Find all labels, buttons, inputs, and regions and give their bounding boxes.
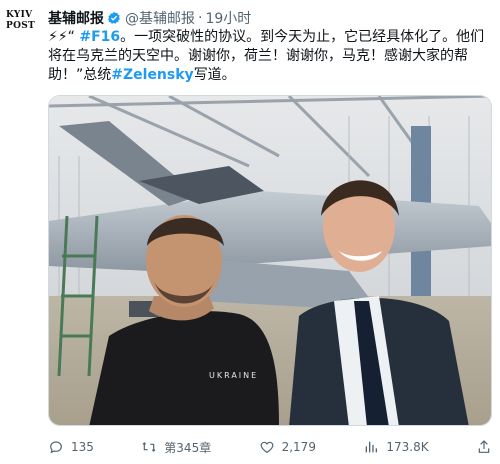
views-chart-icon — [366, 441, 378, 453]
account-handle[interactable]: @基辅邮报 — [125, 8, 195, 28]
selfie-photo-illustration: UKRAINE — [49, 96, 491, 425]
retweet-count: 第345章 — [164, 440, 212, 455]
views-button[interactable]: 173.8K — [363, 439, 429, 455]
share-button[interactable] — [476, 439, 492, 455]
reply-count: 135 — [71, 440, 94, 454]
hashtag-zelensky-link[interactable]: #Zelensky — [111, 67, 193, 83]
reply-icon — [50, 441, 62, 454]
like-count: 2,179 — [281, 440, 316, 454]
views-count: 173.8K — [386, 440, 429, 454]
tweet-timestamp[interactable]: 19小时 — [205, 8, 251, 28]
heart-icon — [260, 441, 274, 454]
tweet-card: KYIV POST 基辅邮报 @基辅邮报 · 19小时 ⚡⚡“ #F16。一项突… — [0, 0, 500, 464]
avatar[interactable]: KYIV POST — [6, 10, 38, 50]
header-separator: · — [198, 10, 203, 26]
quote-open: “ — [67, 29, 80, 45]
tweet-header: 基辅邮报 @基辅邮报 · 19小时 — [48, 8, 490, 28]
tweet-text-part2: 写道。 — [193, 67, 236, 83]
tweet-actions: 135 第345章 2,179 173.8K — [48, 436, 492, 458]
avatar-logo-line2: POST — [6, 21, 36, 31]
tweet-photo[interactable]: UKRAINE — [48, 95, 492, 426]
hashtag-f16-link[interactable]: #F16 — [79, 29, 120, 45]
lightning-emoji: ⚡⚡ — [48, 29, 68, 45]
share-icon — [478, 440, 490, 453]
account-name[interactable]: 基辅邮报 — [48, 8, 104, 28]
retweet-button[interactable]: 第345章 — [141, 439, 211, 456]
verified-badge-icon — [107, 11, 121, 25]
like-button[interactable]: 2,179 — [259, 439, 316, 455]
reply-button[interactable]: 135 — [48, 439, 94, 455]
tweet-text: ⚡⚡“ #F16。一项突破性的协议。到今天为止，它已经具体化了。他们将在乌克兰的… — [48, 28, 492, 85]
svg-text:UKRAINE: UKRAINE — [209, 371, 258, 380]
retweet-icon — [142, 442, 156, 452]
avatar-logo-line1: KYIV — [6, 10, 33, 20]
